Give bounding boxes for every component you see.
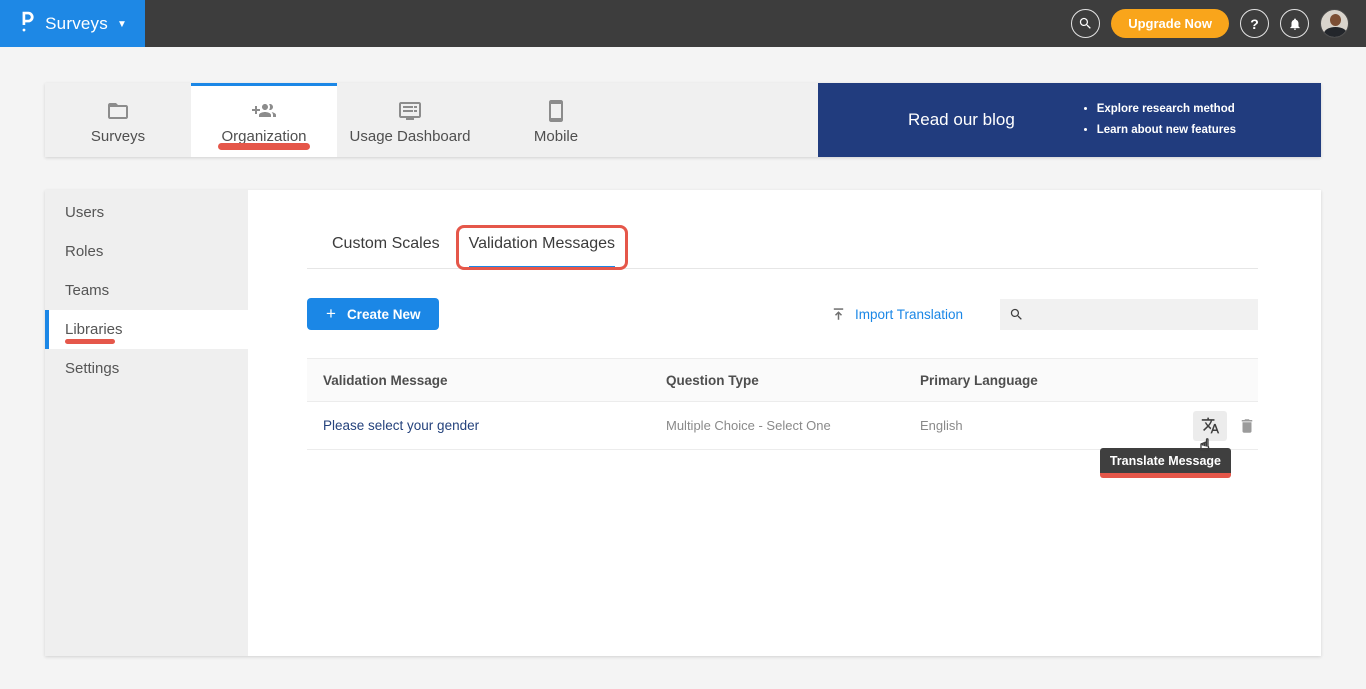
validation-messages-table: Validation Message Question Type Primary… bbox=[307, 358, 1258, 450]
nav-tab-label: Mobile bbox=[534, 128, 578, 145]
smartphone-icon bbox=[544, 99, 568, 123]
import-translation-label: Import Translation bbox=[855, 307, 963, 322]
nav-tab-label: Usage Dashboard bbox=[350, 128, 471, 145]
sidebar-item-label: Libraries bbox=[65, 321, 123, 338]
dashboard-icon bbox=[398, 99, 422, 123]
nav-tab-surveys[interactable]: Surveys bbox=[45, 83, 191, 157]
hand-cursor-icon: ☝ bbox=[1200, 436, 1210, 456]
delete-message-button[interactable] bbox=[1238, 417, 1256, 435]
topbar-actions: Upgrade Now ? bbox=[1071, 9, 1366, 38]
sidebar-item-roles[interactable]: Roles bbox=[45, 232, 248, 271]
search-icon bbox=[1009, 307, 1024, 322]
nav-tab-label: Organization bbox=[221, 128, 306, 145]
main-card: Users Roles Teams Libraries Settings Cus… bbox=[45, 190, 1321, 656]
search-icon bbox=[1078, 16, 1093, 31]
create-new-button[interactable]: + Create New bbox=[307, 298, 439, 330]
bell-icon bbox=[1288, 17, 1302, 31]
plus-icon: + bbox=[326, 304, 336, 324]
import-translation-link[interactable]: Import Translation bbox=[831, 307, 963, 322]
table-header-row: Validation Message Question Type Primary… bbox=[307, 358, 1258, 402]
banner-bullet: Learn about new features bbox=[1097, 120, 1236, 141]
validation-message-link[interactable]: Please select your gender bbox=[307, 418, 666, 433]
create-new-label: Create New bbox=[347, 307, 421, 322]
table-row: Please select your gender Multiple Choic… bbox=[307, 402, 1258, 450]
topbar: Surveys ▼ Upgrade Now ? bbox=[0, 0, 1366, 47]
app-switcher-label: Surveys bbox=[45, 14, 108, 34]
nav-band: Surveys Organization Usage Dashboard Mob… bbox=[45, 83, 1321, 157]
sidebar-item-label: Roles bbox=[65, 243, 103, 260]
app-switcher[interactable]: Surveys ▼ bbox=[0, 0, 145, 47]
help-button[interactable]: ? bbox=[1240, 9, 1269, 38]
upload-icon bbox=[831, 307, 846, 322]
sidebar-item-teams[interactable]: Teams bbox=[45, 271, 248, 310]
tooltip-wrap: Translate Message bbox=[1100, 448, 1231, 478]
nav-tab-label: Surveys bbox=[91, 128, 145, 145]
sidebar-item-label: Users bbox=[65, 204, 104, 221]
banner-bullet-list: Explore research method Learn about new … bbox=[1081, 99, 1236, 141]
tab-validation-messages[interactable]: Validation Messages bbox=[469, 235, 615, 269]
column-header-validation-message: Validation Message bbox=[307, 373, 666, 388]
blog-promo-banner[interactable]: Read our blog Explore research method Le… bbox=[818, 83, 1321, 157]
upgrade-now-button[interactable]: Upgrade Now bbox=[1111, 9, 1229, 38]
sidebar-item-label: Settings bbox=[65, 360, 119, 377]
primary-language-cell: English bbox=[920, 418, 1148, 433]
banner-bullet: Explore research method bbox=[1097, 99, 1236, 120]
question-type-cell: Multiple Choice - Select One bbox=[666, 418, 920, 433]
group-add-icon bbox=[251, 99, 277, 123]
annotation-underline bbox=[218, 143, 310, 150]
column-header-question-type: Question Type bbox=[666, 373, 920, 388]
search-button[interactable] bbox=[1071, 9, 1100, 38]
notifications-button[interactable] bbox=[1280, 9, 1309, 38]
annotation-underline bbox=[1100, 473, 1231, 478]
user-avatar[interactable] bbox=[1320, 9, 1349, 38]
annotation-underline bbox=[65, 339, 115, 344]
sidebar-item-libraries[interactable]: Libraries bbox=[45, 310, 248, 349]
primary-nav-tabs: Surveys Organization Usage Dashboard Mob… bbox=[45, 83, 818, 157]
translate-icon bbox=[1201, 416, 1220, 435]
trash-icon bbox=[1238, 417, 1256, 435]
tab-custom-scales[interactable]: Custom Scales bbox=[332, 235, 440, 269]
translate-message-tooltip: Translate Message bbox=[1100, 448, 1231, 473]
sidebar-item-label: Teams bbox=[65, 282, 109, 299]
sidebar: Users Roles Teams Libraries Settings bbox=[45, 190, 248, 656]
table-search-box bbox=[1000, 299, 1258, 330]
translate-message-button[interactable] bbox=[1193, 411, 1227, 441]
nav-tab-usage-dashboard[interactable]: Usage Dashboard bbox=[337, 83, 483, 157]
tab-label: Validation Messages bbox=[469, 235, 615, 252]
search-input[interactable] bbox=[1032, 307, 1249, 322]
content-panel: Custom Scales Validation Messages + Crea… bbox=[248, 190, 1321, 656]
chevron-down-icon: ▼ bbox=[117, 19, 127, 30]
nav-tab-organization[interactable]: Organization bbox=[191, 83, 337, 157]
banner-title: Read our blog bbox=[908, 110, 1015, 130]
toolbar: + Create New Import Translation bbox=[307, 298, 1258, 330]
nav-tab-mobile[interactable]: Mobile bbox=[483, 83, 629, 157]
folder-icon bbox=[106, 99, 130, 123]
library-tabs: Custom Scales Validation Messages bbox=[307, 235, 1258, 269]
questionpro-logo-icon bbox=[18, 10, 36, 38]
sidebar-item-settings[interactable]: Settings bbox=[45, 349, 248, 388]
column-header-primary-language: Primary Language bbox=[920, 373, 1148, 388]
sidebar-item-users[interactable]: Users bbox=[45, 193, 248, 232]
